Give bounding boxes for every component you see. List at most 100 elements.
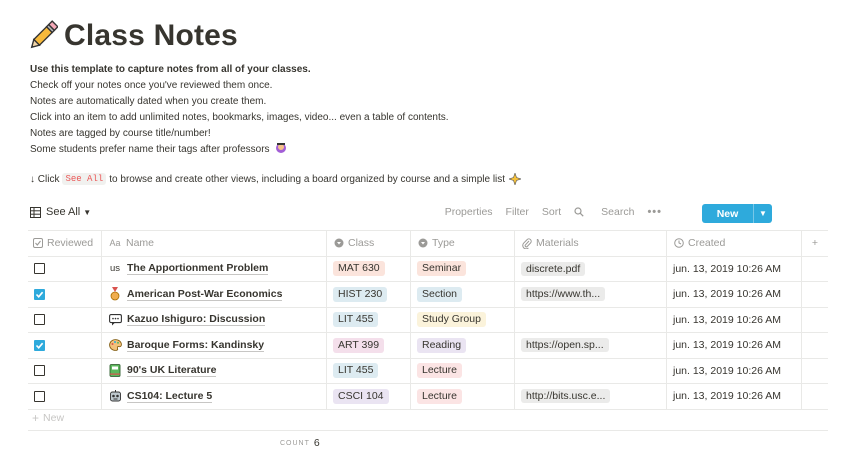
table-row[interactable]: American Post-War Economics HIST 230 Sec… bbox=[28, 282, 828, 308]
material-file[interactable]: discrete.pdf bbox=[521, 261, 586, 276]
search-button[interactable]: Search bbox=[574, 206, 634, 218]
toolbar: Properties Filter Sort Search ••• bbox=[432, 206, 744, 218]
row-title[interactable]: Kazuo Ishiguro: Discussion bbox=[108, 313, 266, 327]
column-header-materials[interactable]: Materials bbox=[515, 231, 667, 256]
class-tag: ART 399 bbox=[333, 337, 385, 353]
column-header-class[interactable]: Class bbox=[327, 231, 411, 256]
name-cell[interactable]: CS104: Lecture 5 bbox=[102, 384, 327, 409]
material-link[interactable]: https://www.th... bbox=[521, 287, 606, 302]
reviewed-checkbox[interactable] bbox=[34, 390, 45, 402]
type-cell[interactable]: Lecture bbox=[411, 358, 515, 383]
student-icon bbox=[275, 142, 287, 160]
row-spacer bbox=[802, 384, 828, 409]
description-line: Some students prefer name their tags aft… bbox=[30, 142, 449, 158]
check-icon bbox=[35, 342, 44, 349]
name-cell[interactable]: Kazuo Ishiguro: Discussion bbox=[102, 307, 327, 332]
row-name: Kazuo Ishiguro: Discussion bbox=[127, 313, 266, 327]
reviewed-checkbox[interactable] bbox=[34, 339, 45, 351]
materials-cell[interactable]: discrete.pdf bbox=[515, 256, 667, 281]
view-selector[interactable]: See All ▼ bbox=[30, 206, 91, 218]
materials-cell[interactable]: https://www.th... bbox=[515, 282, 667, 307]
created-cell: jun. 13, 2019 10:26 AM bbox=[667, 307, 802, 332]
reviewed-cell[interactable] bbox=[28, 358, 102, 383]
type-cell[interactable]: Study Group bbox=[411, 307, 515, 332]
type-tag: Lecture bbox=[417, 388, 463, 404]
class-cell[interactable]: CSCI 104 bbox=[327, 384, 411, 409]
name-cell[interactable]: 90's UK Literature bbox=[102, 358, 327, 383]
reviewed-cell[interactable] bbox=[28, 307, 102, 332]
view-label: See All bbox=[46, 206, 81, 218]
created-date: jun. 13, 2019 10:26 AM bbox=[673, 339, 781, 352]
type-cell[interactable]: Reading bbox=[411, 333, 515, 358]
class-cell[interactable]: MAT 630 bbox=[327, 256, 411, 281]
created-cell: jun. 13, 2019 10:26 AM bbox=[667, 282, 802, 307]
class-cell[interactable]: LIT 455 bbox=[327, 358, 411, 383]
chevron-down-icon[interactable]: ▼ bbox=[753, 204, 772, 223]
title-row: Class Notes bbox=[28, 14, 238, 58]
class-cell[interactable]: LIT 455 bbox=[327, 307, 411, 332]
materials-cell[interactable]: https://open.sp... bbox=[515, 333, 667, 358]
description-text: Some students prefer name their tags aft… bbox=[30, 144, 270, 156]
materials-cell[interactable] bbox=[515, 307, 667, 332]
class-tag: CSCI 104 bbox=[333, 388, 389, 404]
sort-button[interactable]: Sort bbox=[542, 206, 561, 218]
reviewed-checkbox[interactable] bbox=[34, 314, 45, 326]
row-title[interactable]: American Post-War Economics bbox=[108, 287, 283, 301]
row-title[interactable]: us The Apportionment Problem bbox=[108, 262, 269, 276]
materials-cell[interactable] bbox=[515, 358, 667, 383]
row-title[interactable]: Baroque Forms: Kandinsky bbox=[108, 338, 265, 352]
material-link[interactable]: https://open.sp... bbox=[521, 338, 609, 353]
type-cell[interactable]: Seminar bbox=[411, 256, 515, 281]
created-cell: jun. 13, 2019 10:26 AM bbox=[667, 384, 802, 409]
row-title[interactable]: CS104: Lecture 5 bbox=[108, 389, 213, 403]
reviewed-checkbox[interactable] bbox=[34, 365, 45, 377]
book-icon bbox=[108, 364, 122, 378]
type-cell[interactable]: Lecture bbox=[411, 384, 515, 409]
row-title[interactable]: 90's UK Literature bbox=[108, 364, 217, 378]
type-tag: Seminar bbox=[417, 261, 467, 277]
table-row[interactable]: us The Apportionment Problem MAT 630 Sem… bbox=[28, 256, 828, 282]
filter-button[interactable]: Filter bbox=[506, 206, 529, 218]
add-column-button[interactable]: + bbox=[802, 231, 828, 256]
created-date: jun. 13, 2019 10:26 AM bbox=[673, 313, 781, 326]
table-row[interactable]: Kazuo Ishiguro: Discussion LIT 455 Study… bbox=[28, 307, 828, 333]
name-cell[interactable]: Baroque Forms: Kandinsky bbox=[102, 333, 327, 358]
column-header-name[interactable]: Aa Name bbox=[102, 231, 327, 256]
class-cell[interactable]: HIST 230 bbox=[327, 282, 411, 307]
add-row-button[interactable]: + New bbox=[28, 406, 828, 431]
new-button[interactable]: New ▼ bbox=[702, 204, 772, 223]
name-cell[interactable]: American Post-War Economics bbox=[102, 282, 327, 307]
speech-icon bbox=[108, 313, 122, 327]
row-name: Baroque Forms: Kandinsky bbox=[127, 338, 265, 352]
materials-cell[interactable]: http://bits.usc.e... bbox=[515, 384, 667, 409]
column-header-reviewed[interactable]: Reviewed bbox=[28, 231, 102, 256]
type-tag: Reading bbox=[417, 337, 467, 353]
reviewed-checkbox[interactable] bbox=[34, 263, 45, 275]
material-link[interactable]: http://bits.usc.e... bbox=[521, 389, 611, 404]
type-cell[interactable]: Section bbox=[411, 282, 515, 307]
class-cell[interactable]: ART 399 bbox=[327, 333, 411, 358]
reviewed-checkbox[interactable] bbox=[34, 288, 45, 300]
clock-icon bbox=[673, 238, 684, 249]
properties-button[interactable]: Properties bbox=[445, 206, 493, 218]
reviewed-cell[interactable] bbox=[28, 384, 102, 409]
chevron-down-icon: ▼ bbox=[83, 207, 92, 217]
row-count[interactable]: COUNT 6 bbox=[280, 437, 320, 449]
column-header-type[interactable]: Type bbox=[411, 231, 515, 256]
table-row[interactable]: 90's UK Literature LIT 455 Lecture jun. … bbox=[28, 358, 828, 384]
column-header-created[interactable]: Created bbox=[667, 231, 802, 256]
class-tag: LIT 455 bbox=[333, 363, 379, 379]
reviewed-cell[interactable] bbox=[28, 256, 102, 281]
more-options-button[interactable]: ••• bbox=[647, 206, 662, 218]
created-cell: jun. 13, 2019 10:26 AM bbox=[667, 256, 802, 281]
checkbox-icon bbox=[32, 238, 43, 249]
type-tag: Study Group bbox=[417, 312, 486, 328]
row-name: American Post-War Economics bbox=[127, 287, 283, 301]
name-cell[interactable]: us The Apportionment Problem bbox=[102, 256, 327, 281]
page-title[interactable]: Class Notes bbox=[64, 19, 238, 53]
column-label: Type bbox=[432, 237, 455, 250]
reviewed-cell[interactable] bbox=[28, 333, 102, 358]
reviewed-cell[interactable] bbox=[28, 282, 102, 307]
table-row[interactable]: Baroque Forms: Kandinsky ART 399 Reading… bbox=[28, 333, 828, 359]
pencil-icon[interactable] bbox=[28, 18, 60, 54]
